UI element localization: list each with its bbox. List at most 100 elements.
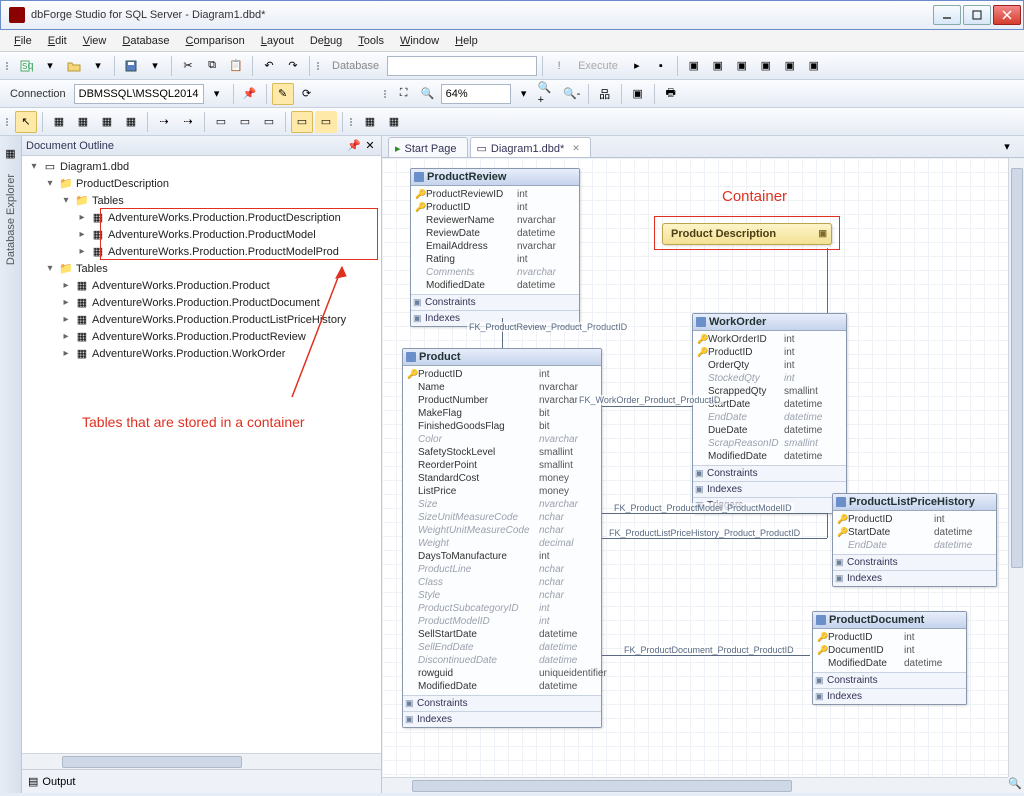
menu-window[interactable]: Window bbox=[392, 33, 447, 49]
add-table-button[interactable]: ▦ bbox=[48, 111, 70, 133]
menu-tools[interactable]: Tools bbox=[350, 33, 392, 49]
database-combo[interactable] bbox=[387, 56, 537, 76]
stop-button[interactable]: ▪ bbox=[650, 55, 672, 77]
relation-button[interactable]: ⇢ bbox=[153, 111, 175, 133]
entity-column[interactable]: EndDatedatetime bbox=[697, 411, 842, 424]
pointer-tool[interactable]: ↖ bbox=[15, 111, 37, 133]
layout-button[interactable]: 品 bbox=[594, 83, 616, 105]
container-button[interactable]: ▭ bbox=[291, 111, 313, 133]
zoom-region-button[interactable]: 🔍 bbox=[417, 83, 439, 105]
entity-header[interactable]: ProductDocument bbox=[813, 612, 966, 629]
entity-column[interactable]: Stylenchar bbox=[407, 589, 597, 602]
paste-button[interactable]: 📋 bbox=[225, 55, 247, 77]
entity-section[interactable]: Constraints bbox=[833, 554, 996, 570]
relation-line[interactable] bbox=[602, 655, 810, 656]
print-button[interactable]: 🖶 bbox=[660, 83, 682, 105]
entity-product[interactable]: Product 🔑ProductIDintNamenvarcharProduct… bbox=[402, 348, 602, 728]
zoom-combo[interactable] bbox=[441, 84, 511, 104]
entity-column[interactable]: ReorderPointsmallint bbox=[407, 459, 597, 472]
close-button[interactable] bbox=[993, 5, 1021, 25]
menu-file[interactable]: File bbox=[6, 33, 40, 49]
entity-column[interactable]: DaysToManufactureint bbox=[407, 550, 597, 563]
open-recent-button[interactable]: ▾ bbox=[87, 55, 109, 77]
entity-section[interactable]: Constraints bbox=[411, 294, 579, 310]
entity-column[interactable]: 🔑StartDatedatetime bbox=[837, 526, 992, 539]
edit-button[interactable]: ✎ bbox=[272, 83, 294, 105]
entity-column[interactable]: 🔑DocumentIDint bbox=[817, 644, 962, 657]
tab-close-icon[interactable]: ✕ bbox=[572, 143, 580, 154]
menu-edit[interactable]: Edit bbox=[40, 33, 75, 49]
entity-column[interactable]: FinishedGoodsFlagbit bbox=[407, 420, 597, 433]
pin-button[interactable]: 📌 bbox=[239, 83, 261, 105]
entity-header[interactable]: Product bbox=[403, 349, 601, 366]
entity-header[interactable]: ProductListPriceHistory bbox=[833, 494, 996, 511]
execute-icon[interactable]: ! bbox=[548, 55, 570, 77]
tabs-menu-button[interactable]: ▾ bbox=[996, 135, 1018, 157]
cut-button[interactable]: ✂ bbox=[177, 55, 199, 77]
tree-root[interactable]: Diagram1.dbd bbox=[60, 161, 129, 173]
tree-tables-1[interactable]: Tables bbox=[92, 195, 124, 207]
entity-section[interactable]: Indexes bbox=[833, 570, 996, 586]
entity-column[interactable]: Ratingint bbox=[415, 253, 575, 266]
entity-column[interactable]: 🔑ProductIDint bbox=[817, 631, 962, 644]
entity-section[interactable]: Constraints bbox=[693, 465, 846, 481]
entity-column[interactable]: Colornvarchar bbox=[407, 433, 597, 446]
new-button[interactable]: ▾ bbox=[39, 55, 61, 77]
entity-column[interactable]: Sizenvarchar bbox=[407, 498, 597, 511]
toolbar-grip-4[interactable] bbox=[4, 118, 10, 126]
export-button[interactable]: ▣ bbox=[627, 83, 649, 105]
add-func-button[interactable]: ▦ bbox=[120, 111, 142, 133]
entity-section[interactable]: Indexes bbox=[813, 688, 966, 704]
outline-tree[interactable]: ▾▭Diagram1.dbd ▾📁ProductDescription ▾📁Ta… bbox=[22, 156, 381, 769]
entity-column[interactable]: MakeFlagbit bbox=[407, 407, 597, 420]
entity-column[interactable]: SizeUnitMeasureCodenchar bbox=[407, 511, 597, 524]
open-button[interactable] bbox=[63, 55, 85, 77]
entity-column[interactable]: ScrapReasonIDsmallint bbox=[697, 437, 842, 450]
add-view-button[interactable]: ▦ bbox=[72, 111, 94, 133]
entity-column[interactable]: ProductLinenchar bbox=[407, 563, 597, 576]
zoom-out-button[interactable]: 🔍- bbox=[561, 83, 583, 105]
tree-container[interactable]: ProductDescription bbox=[76, 178, 169, 190]
entity-workorder[interactable]: WorkOrder 🔑WorkOrderIDint🔑ProductIDintOr… bbox=[692, 313, 847, 514]
tab-diagram[interactable]: ▭Diagram1.dbd*✕ bbox=[470, 137, 591, 157]
toolbar-grip-5[interactable] bbox=[348, 118, 354, 126]
entity-column[interactable]: ReviewerNamenvarchar bbox=[415, 214, 575, 227]
zoom-in-button[interactable]: 🔍+ bbox=[537, 83, 559, 105]
menu-comparison[interactable]: Comparison bbox=[177, 33, 252, 49]
entity-column[interactable]: 🔑WorkOrderIDint bbox=[697, 333, 842, 346]
connection-combo[interactable] bbox=[74, 84, 204, 104]
entity-productdocument[interactable]: ProductDocument 🔑ProductIDint🔑DocumentID… bbox=[812, 611, 967, 705]
entity-header[interactable]: WorkOrder bbox=[693, 314, 846, 331]
db-explorer-tab[interactable]: Database Explorer bbox=[3, 168, 19, 271]
refresh-button[interactable]: ⟳ bbox=[296, 83, 318, 105]
entity-section[interactable]: Indexes bbox=[403, 711, 601, 727]
note-button[interactable]: ▭ bbox=[210, 111, 232, 133]
outline-hscroll[interactable] bbox=[22, 753, 381, 769]
entity-column[interactable]: ModifiedDatedatetime bbox=[407, 680, 597, 693]
entity-column[interactable]: WeightUnitMeasureCodenchar bbox=[407, 524, 597, 537]
entity-column[interactable]: 🔑ProductIDint bbox=[837, 513, 992, 526]
entity-column[interactable]: ModifiedDatedatetime bbox=[817, 657, 962, 670]
entity-column[interactable]: ModifiedDatedatetime bbox=[415, 279, 575, 292]
menu-database[interactable]: Database bbox=[114, 33, 177, 49]
menu-view[interactable]: View bbox=[75, 33, 115, 49]
canvas-vscroll[interactable] bbox=[1008, 158, 1024, 777]
new-sql-button[interactable]: sql bbox=[15, 55, 37, 77]
window-5-button[interactable]: ▣ bbox=[779, 55, 801, 77]
entity-column[interactable]: OrderQtyint bbox=[697, 359, 842, 372]
entity-column[interactable]: Namenvarchar bbox=[407, 381, 597, 394]
entity-column[interactable]: DueDatedatetime bbox=[697, 424, 842, 437]
tree-tables-2[interactable]: Tables bbox=[76, 263, 108, 275]
menu-help[interactable]: Help bbox=[447, 33, 486, 49]
entity-column[interactable]: 🔑ProductIDint bbox=[415, 201, 575, 214]
connection-dropdown[interactable]: ▾ bbox=[206, 83, 228, 105]
relation-line[interactable] bbox=[602, 406, 692, 407]
relation-line[interactable] bbox=[827, 248, 828, 313]
entity-column[interactable]: Commentsnvarchar bbox=[415, 266, 575, 279]
entity-column[interactable]: ProductModelIDint bbox=[407, 615, 597, 628]
debug-run-button[interactable]: ▸ bbox=[626, 55, 648, 77]
add-proc-button[interactable]: ▦ bbox=[96, 111, 118, 133]
zoom-fit-button[interactable]: ⛶ bbox=[393, 83, 415, 105]
entity-column[interactable]: EmailAddressnvarchar bbox=[415, 240, 575, 253]
grid-button[interactable]: ▦ bbox=[383, 111, 405, 133]
